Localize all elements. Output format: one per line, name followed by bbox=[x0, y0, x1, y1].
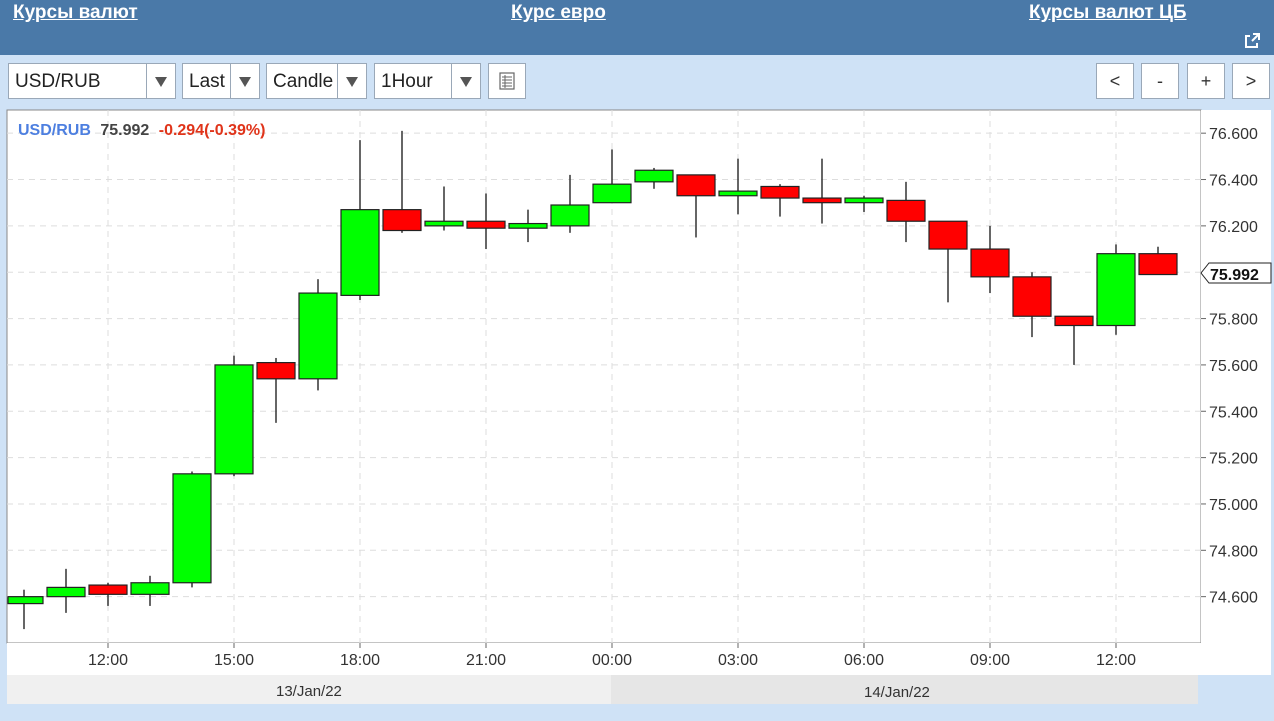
candle-body bbox=[1012, 276, 1052, 317]
candle-body bbox=[424, 220, 464, 227]
y-tick-label: 75.400 bbox=[1209, 404, 1258, 421]
nav-link-currency-rates[interactable]: Курсы валют bbox=[13, 2, 138, 24]
y-tick-label: 74.800 bbox=[1209, 543, 1258, 560]
y-tick-label: 74.600 bbox=[1209, 590, 1258, 607]
interval-select[interactable]: 1Hour bbox=[374, 63, 481, 99]
candle-body bbox=[340, 209, 380, 296]
candle bbox=[298, 279, 338, 391]
candle-body bbox=[550, 204, 590, 227]
x-tick-label: 21:00 bbox=[466, 652, 506, 669]
y-tick-label: 76.600 bbox=[1209, 126, 1258, 143]
x-tick-label: 12:00 bbox=[1096, 652, 1136, 669]
candle-body bbox=[1138, 253, 1178, 276]
chart-type-select-value: Candle bbox=[273, 71, 334, 92]
candle-body bbox=[172, 473, 212, 584]
candle-body bbox=[1096, 253, 1136, 327]
date-label: 13/Jan/22 bbox=[276, 683, 342, 700]
candle-body bbox=[46, 586, 86, 598]
x-tick-label: 18:00 bbox=[340, 652, 380, 669]
nav-link-cb-rates[interactable]: Курсы валют ЦБ bbox=[1029, 2, 1187, 24]
candle-body bbox=[256, 361, 296, 380]
header-change: -0.294(-0.39%) bbox=[159, 122, 266, 139]
zoom-in-button[interactable]: + bbox=[1187, 63, 1225, 99]
top-nav-bar: Курсы валют Курс евро Курсы валют ЦБ bbox=[0, 0, 1274, 55]
price-type-select-value: Last bbox=[189, 71, 225, 92]
candle-body bbox=[802, 197, 842, 204]
candle-body bbox=[466, 220, 506, 229]
scroll-left-button[interactable]: < bbox=[1096, 63, 1134, 99]
y-tick-label: 76.200 bbox=[1209, 219, 1258, 236]
candle-body bbox=[634, 169, 674, 183]
candle-body bbox=[970, 248, 1010, 278]
candle bbox=[1096, 244, 1136, 335]
candle-body bbox=[592, 183, 632, 204]
chevron-down-icon[interactable] bbox=[146, 64, 175, 98]
candlestick-chart[interactable]: 74.600 74.800 75.000 75.200 75.400 75.600 75.8… bbox=[0, 107, 1274, 716]
x-tick-label: 03:00 bbox=[718, 652, 758, 669]
chart-settings-button[interactable] bbox=[488, 63, 526, 99]
candle-body bbox=[130, 582, 170, 595]
candle bbox=[214, 355, 254, 477]
zoom-out-button[interactable]: - bbox=[1141, 63, 1179, 99]
y-tick-label: 75.600 bbox=[1209, 358, 1258, 375]
nav-link-euro-rate[interactable]: Курс евро bbox=[511, 2, 606, 24]
x-tick-label: 06:00 bbox=[844, 652, 884, 669]
candle-body bbox=[1054, 315, 1094, 327]
candle-body bbox=[382, 209, 422, 232]
chart-type-select[interactable]: Candle bbox=[266, 63, 367, 99]
chart-header: USD/RUB 75.992 -0.294(-0.39%) bbox=[18, 122, 265, 139]
candle-body bbox=[760, 185, 800, 199]
chart-area: 74.600 74.800 75.000 75.200 75.400 75.600 75.8… bbox=[0, 107, 1274, 721]
y-tick-label: 75.800 bbox=[1209, 312, 1258, 329]
candle-body bbox=[214, 364, 254, 475]
candle-body bbox=[298, 292, 338, 380]
header-price: 75.992 bbox=[100, 122, 149, 139]
candle-body bbox=[844, 197, 884, 204]
scroll-right-button[interactable]: > bbox=[1232, 63, 1270, 99]
candle bbox=[172, 471, 212, 588]
candle-body bbox=[508, 222, 548, 229]
symbol-select-value: USD/RUB bbox=[15, 71, 101, 92]
chevron-down-icon[interactable] bbox=[337, 64, 366, 98]
date-label: 14/Jan/22 bbox=[864, 684, 930, 701]
candle-body bbox=[718, 190, 758, 197]
candle-body bbox=[7, 596, 44, 605]
chevron-down-icon[interactable] bbox=[451, 64, 480, 98]
symbol-select[interactable]: USD/RUB bbox=[8, 63, 176, 99]
chart-toolbar: USD/RUB Last Candle 1Hour < - + > bbox=[0, 55, 1274, 107]
candle-body bbox=[88, 584, 128, 595]
chevron-down-icon[interactable] bbox=[230, 64, 259, 98]
x-tick-label: 12:00 bbox=[88, 652, 128, 669]
y-tick-label: 75.200 bbox=[1209, 451, 1258, 468]
expand-icon[interactable] bbox=[1244, 33, 1260, 49]
candle-body bbox=[886, 199, 926, 222]
last-price-marker: 75.992 bbox=[1200, 262, 1272, 284]
y-tick-label: 76.400 bbox=[1209, 173, 1258, 190]
x-tick-label: 15:00 bbox=[214, 652, 254, 669]
price-type-select[interactable]: Last bbox=[182, 63, 260, 99]
x-tick-label: 09:00 bbox=[970, 652, 1010, 669]
candle-body bbox=[676, 174, 716, 197]
list-icon bbox=[499, 72, 515, 90]
interval-select-value: 1Hour bbox=[381, 71, 433, 92]
x-tick-label: 00:00 bbox=[592, 652, 632, 669]
y-tick-label: 75.000 bbox=[1209, 497, 1258, 514]
candle-body bbox=[928, 220, 968, 250]
header-symbol: USD/RUB bbox=[18, 122, 91, 139]
last-price-label: 75.992 bbox=[1210, 267, 1259, 284]
